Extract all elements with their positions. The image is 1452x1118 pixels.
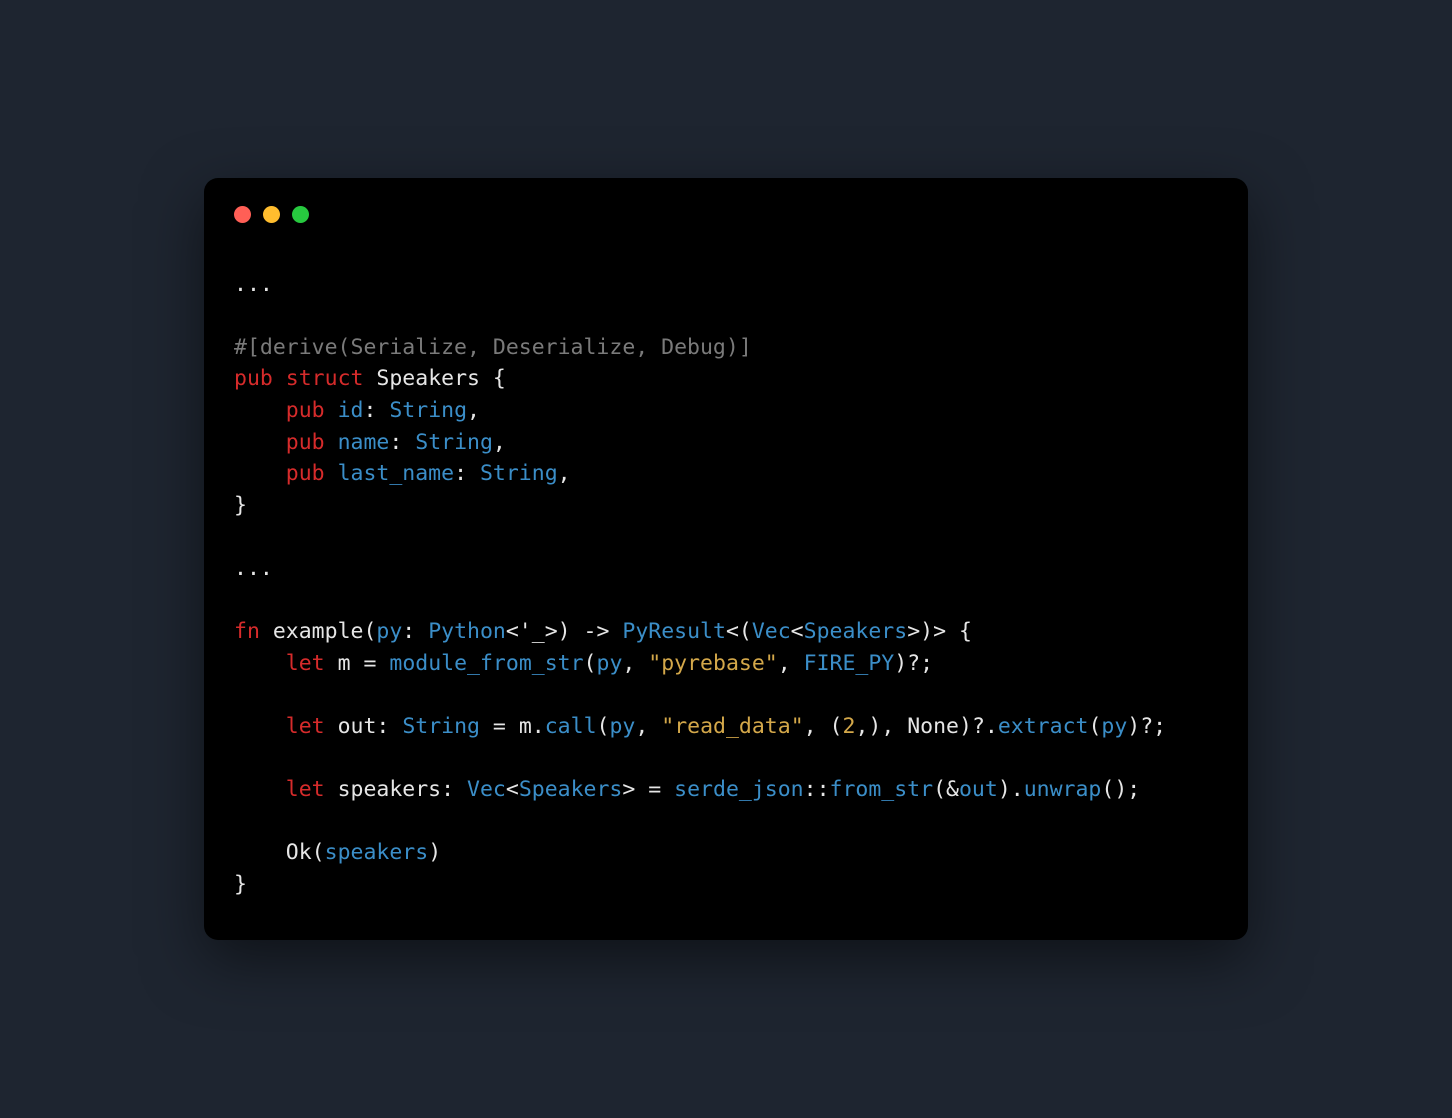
fn-call: call — [545, 714, 597, 739]
kw-pub: pub — [234, 366, 273, 391]
kw-let: let — [286, 651, 325, 676]
arrow: -> — [571, 619, 623, 644]
field-id: id — [338, 398, 364, 423]
minimize-icon[interactable] — [263, 206, 280, 223]
type-vec: Vec — [752, 619, 791, 644]
var-m: m — [519, 714, 532, 739]
derive-attribute: #[derive(Serialize, Deserialize, Debug)] — [234, 335, 752, 360]
num-2: 2 — [842, 714, 855, 739]
type-python: Python — [428, 619, 506, 644]
var-m: m — [338, 651, 351, 676]
generic: <'_> — [506, 619, 558, 644]
kw-pub: pub — [286, 398, 325, 423]
code-line: ... — [234, 556, 273, 581]
type-string: String — [415, 430, 493, 455]
brace: } — [234, 872, 247, 897]
str-pyrebase: "pyrebase" — [648, 651, 777, 676]
window-controls — [234, 206, 1218, 223]
var-out: out — [338, 714, 377, 739]
fn-module-from-str: module_from_str — [389, 651, 583, 676]
param-py: py — [376, 619, 402, 644]
var-out: out — [959, 777, 998, 802]
var-speakers: speakers — [325, 840, 429, 865]
const-fire-py: FIRE_PY — [804, 651, 895, 676]
close-icon[interactable] — [234, 206, 251, 223]
fn-extract: extract — [998, 714, 1089, 739]
code-line: ... — [234, 272, 273, 297]
type-vec: Vec — [467, 777, 506, 802]
arg-py: py — [1101, 714, 1127, 739]
kw-let: let — [286, 714, 325, 739]
var-speakers: speakers — [338, 777, 442, 802]
kw-let: let — [286, 777, 325, 802]
type-string: String — [402, 714, 480, 739]
none: None — [907, 714, 959, 739]
arg-py: py — [597, 651, 623, 676]
fn-from-str: from_str — [830, 777, 934, 802]
type-speakers: Speakers — [519, 777, 623, 802]
field-last-name: last_name — [338, 461, 455, 486]
kw-pub: pub — [286, 461, 325, 486]
arg-py: py — [609, 714, 635, 739]
brace: } — [234, 493, 247, 518]
brace: { — [480, 366, 506, 391]
kw-pub: pub — [286, 430, 325, 455]
type-speakers: Speakers — [804, 619, 908, 644]
type-pyresult: PyResult — [622, 619, 726, 644]
struct-name: Speakers — [376, 366, 480, 391]
kw-fn: fn — [234, 619, 260, 644]
fn-name: example — [273, 619, 364, 644]
field-name: name — [338, 430, 390, 455]
type-string: String — [480, 461, 558, 486]
mod-serde-json: serde_json — [674, 777, 803, 802]
fn-unwrap: unwrap — [1024, 777, 1102, 802]
zoom-icon[interactable] — [292, 206, 309, 223]
code-block: ... #[derive(Serialize, Deserialize, Deb… — [234, 269, 1218, 901]
str-read-data: "read_data" — [661, 714, 803, 739]
ok: Ok — [286, 840, 312, 865]
kw-struct: struct — [286, 366, 364, 391]
code-window: ... #[derive(Serialize, Deserialize, Deb… — [204, 178, 1248, 941]
type-string: String — [389, 398, 467, 423]
